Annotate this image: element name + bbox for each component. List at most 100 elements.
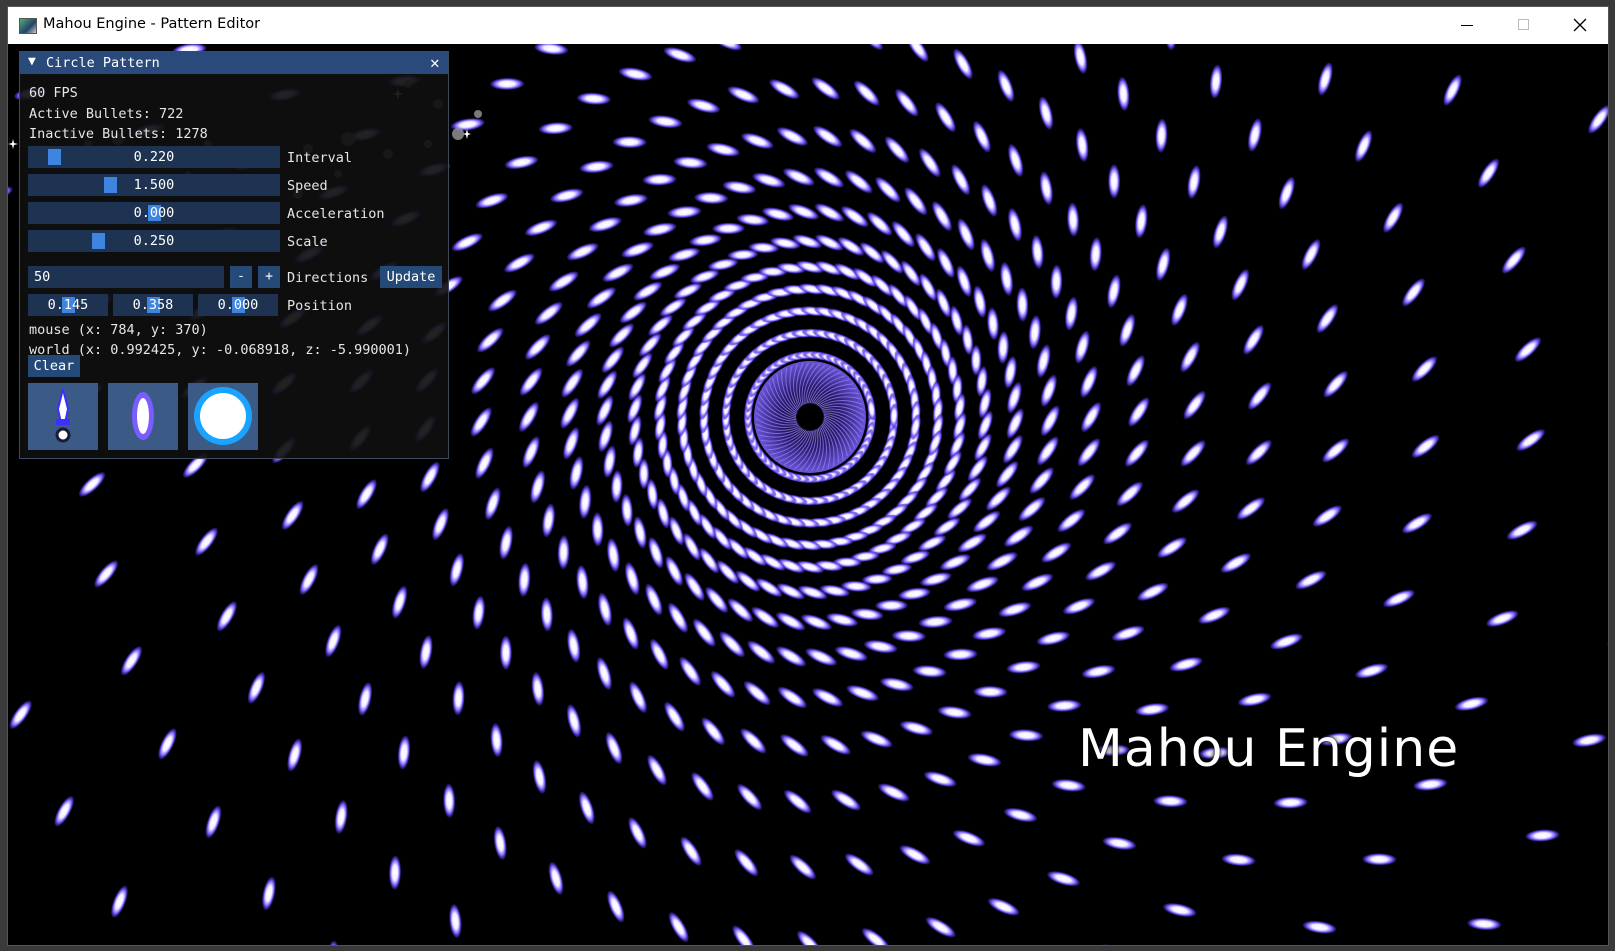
bullet [1000,262,1014,296]
bullet [1080,366,1098,398]
bullet [522,436,540,468]
interval-slider[interactable]: 0.220 [28,146,280,168]
bullet [391,585,408,619]
panel-title: Circle Pattern [46,55,160,71]
bullet [1085,561,1116,581]
update-button[interactable]: Update [380,266,442,288]
bullet [1454,696,1489,711]
clear-button[interactable]: Clear [28,355,80,377]
maximize-button[interactable] [1495,7,1552,44]
bullet [1107,274,1121,308]
bullet [1171,293,1188,326]
bullet [1077,438,1101,467]
scale-slider[interactable]: 0.250 [28,230,280,252]
bullet [1003,807,1038,823]
bullet [514,944,529,945]
bullet [1004,525,1034,547]
bullet [614,193,648,207]
bullet [1075,128,1089,162]
position-x-slider[interactable]: 0.145 [28,294,108,316]
close-window-button[interactable] [1552,7,1608,44]
slider-value: 0.250 [133,233,175,249]
collapse-triangle-icon[interactable]: ▼ [28,54,36,69]
position-y-slider[interactable]: 0.358 [113,294,193,316]
bullet [775,612,806,631]
circle-pattern-panel[interactable]: ▼ Circle Pattern ✕ 60 FPS Active Bullets… [19,51,449,459]
bullet [358,682,373,716]
bullet [538,122,573,135]
bullet [906,44,929,62]
bullet [866,211,893,236]
bullet [1295,570,1327,590]
bullet [664,701,685,732]
bullet [925,917,956,938]
bullet [691,772,714,801]
bullet [1273,796,1308,809]
bullet [563,427,580,460]
acceleration-slider[interactable]: 0.000 [28,202,280,224]
bullet [687,98,721,114]
bullet [1081,664,1116,679]
bullet [1018,496,1046,522]
bullet [985,486,1011,511]
bullet [846,685,879,702]
bullet [705,586,729,613]
slider-value: 0.000 [133,205,175,221]
slider-value: 0.220 [133,149,175,165]
bullet [561,368,584,398]
bullet [566,704,582,738]
directions-input[interactable]: 50 [28,266,224,288]
bullet [943,648,978,661]
app-window: Mahou Engine - Pattern Editor Mahou Engi… [8,7,1608,945]
bullet [1516,429,1546,452]
bullet [776,646,806,667]
bullet [973,121,991,153]
bullet [814,167,844,188]
bullet [891,221,915,248]
bullet [1006,408,1024,439]
orb-bullet-button[interactable] [188,383,258,450]
directions-minus-button[interactable]: - [230,266,252,288]
bullet [397,735,411,770]
bullet [281,500,304,530]
speed-slider[interactable]: 1.500 [28,174,280,196]
bullet [1212,215,1229,249]
bullet [1322,438,1350,463]
bullet [576,565,589,600]
bullet [567,629,581,663]
bullet [987,307,999,341]
bullet [1081,402,1102,433]
bullet [419,635,433,669]
close-icon [1573,18,1587,32]
bullet [1002,435,1023,464]
acceleration-label: Acceleration [287,206,385,222]
bullet [574,312,602,338]
bullet [998,601,1032,618]
directions-plus-button[interactable]: + [258,266,280,288]
bullet [1209,64,1223,99]
ellipse-bullet-button[interactable] [108,383,178,450]
minimize-button[interactable] [1438,7,1495,44]
panel-close-icon[interactable]: ✕ [430,53,440,72]
bullet [987,898,1020,916]
app-icon [19,18,37,34]
slider-value: 0.000 [217,297,259,313]
bullet [525,334,551,360]
scale-label: Scale [287,234,328,250]
bullet [789,854,816,880]
bullet [596,657,612,690]
position-z-slider[interactable]: 0.000 [198,294,278,316]
panel-header[interactable]: ▼ Circle Pattern ✕ [20,52,448,74]
bullet [1245,439,1272,466]
bullet [1221,853,1256,866]
bullet [981,184,998,217]
sword-bullet-button[interactable] [28,383,98,450]
bullet [933,517,961,537]
bullet [1588,105,1608,134]
bullet [1157,537,1187,558]
bullet [645,583,663,616]
bullet [861,928,890,945]
bullet [777,686,807,709]
inactive-bullets-text: Inactive Bullets: 1278 [29,126,208,142]
bullet [737,783,763,811]
